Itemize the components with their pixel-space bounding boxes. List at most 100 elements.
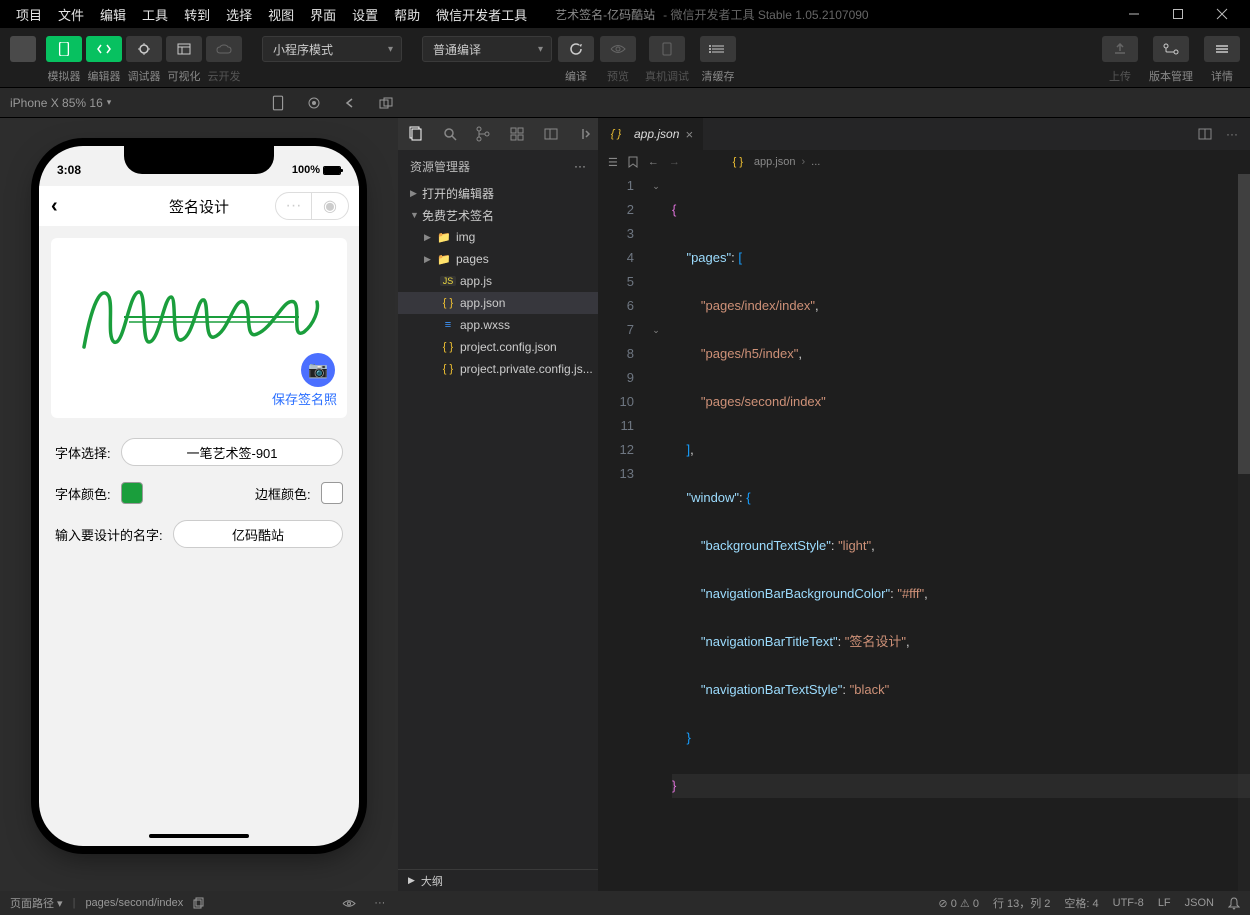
toolbar: 模拟器 编辑器 调试器 可视化 云开发 小程序模式 普通编译 编译 预览 真机调… bbox=[0, 28, 1250, 88]
avatar[interactable] bbox=[10, 36, 36, 62]
close-button[interactable] bbox=[1202, 0, 1242, 28]
cursor-position[interactable]: 行 13，列 2 bbox=[993, 895, 1050, 911]
code-content[interactable]: { "pages": [ "pages/index/index", "pages… bbox=[666, 174, 1250, 891]
file-project-private[interactable]: { }project.private.config.js... bbox=[398, 358, 598, 380]
menu-devtools[interactable]: 微信开发者工具 bbox=[428, 1, 535, 28]
encoding[interactable]: UTF-8 bbox=[1113, 897, 1144, 909]
compile-mode-select[interactable]: 普通编译 bbox=[422, 36, 552, 62]
camera-icon[interactable]: 📷 bbox=[301, 353, 335, 387]
file-appjs[interactable]: JSapp.js bbox=[398, 270, 598, 292]
editor-panel: { } app.json × ··· ☰ ← → { }app.json›...… bbox=[598, 118, 1250, 891]
mode-select[interactable]: 小程序模式 bbox=[262, 36, 402, 62]
breadcrumb-file[interactable]: { }app.json›... bbox=[730, 156, 820, 168]
menu-bar: 项目 文件 编辑 工具 转到 选择 视图 界面 设置 帮助 微信开发者工具 bbox=[8, 1, 535, 28]
device-selector[interactable]: iPhone X 85% 16 ▾ bbox=[10, 96, 111, 110]
upload-button[interactable] bbox=[1102, 36, 1138, 62]
code-area[interactable]: 12345678910111213 ⌄ ⌄ { "pages": [ "pages… bbox=[598, 174, 1250, 891]
folder-img[interactable]: ▶📁img bbox=[398, 226, 598, 248]
menu-view[interactable]: 视图 bbox=[260, 1, 302, 28]
signature-svg bbox=[69, 262, 329, 372]
preview-button[interactable] bbox=[600, 36, 636, 62]
project-section[interactable]: ▼免费艺术签名 bbox=[398, 204, 598, 226]
menu-tool[interactable]: 工具 bbox=[134, 1, 176, 28]
editor-more-icon[interactable]: ··· bbox=[1226, 127, 1238, 141]
fold-icon[interactable]: ⌄ bbox=[646, 174, 666, 198]
explorer-icon[interactable] bbox=[406, 123, 426, 145]
capsule-close-button[interactable]: ◉ bbox=[312, 193, 348, 219]
file-appjson[interactable]: { }app.json bbox=[398, 292, 598, 314]
menu-file[interactable]: 文件 bbox=[50, 1, 92, 28]
toolbar-list-icon[interactable]: ☰ bbox=[608, 156, 618, 169]
menu-project[interactable]: 项目 bbox=[8, 1, 50, 28]
record-icon[interactable] bbox=[307, 96, 321, 110]
debugger-toggle[interactable] bbox=[126, 36, 162, 62]
git-icon[interactable] bbox=[473, 123, 493, 145]
problems-indicator[interactable]: ⊘ 0 ⚠ 0 bbox=[938, 897, 979, 910]
cloud-toggle[interactable] bbox=[206, 36, 242, 62]
capsule: ··· ◉ bbox=[275, 192, 349, 220]
file-appwxss[interactable]: ≡app.wxss bbox=[398, 314, 598, 336]
bookmark-icon[interactable] bbox=[628, 156, 638, 168]
maximize-button[interactable] bbox=[1158, 0, 1198, 28]
capsule-menu-button[interactable]: ··· bbox=[276, 193, 312, 219]
explorer-more-icon[interactable]: ··· bbox=[574, 159, 586, 173]
menu-help[interactable]: 帮助 bbox=[386, 1, 428, 28]
version-button[interactable] bbox=[1153, 36, 1189, 62]
collapse-icon[interactable] bbox=[574, 123, 594, 145]
compile-button[interactable] bbox=[558, 36, 594, 62]
copy-icon[interactable] bbox=[193, 897, 204, 909]
menu-ui[interactable]: 界面 bbox=[302, 1, 344, 28]
language-mode[interactable]: JSON bbox=[1185, 897, 1214, 909]
eol[interactable]: LF bbox=[1158, 897, 1171, 909]
menu-goto[interactable]: 转到 bbox=[176, 1, 218, 28]
page-more-icon[interactable]: ··· bbox=[374, 897, 385, 909]
panel-icon[interactable] bbox=[541, 123, 561, 145]
remote-debug-button[interactable] bbox=[649, 36, 685, 62]
font-select[interactable]: 一笔艺术签-901 bbox=[121, 438, 343, 466]
json-file-icon: { } bbox=[608, 128, 624, 140]
simulator-toggle[interactable] bbox=[46, 36, 82, 62]
extensions-icon[interactable] bbox=[507, 123, 527, 145]
menu-edit[interactable]: 编辑 bbox=[92, 1, 134, 28]
nav-back-button[interactable]: ‹ bbox=[51, 195, 58, 218]
menu-settings[interactable]: 设置 bbox=[344, 1, 386, 28]
minimize-button[interactable] bbox=[1114, 0, 1154, 28]
upload-label: 上传 bbox=[1102, 68, 1138, 84]
rotate-icon[interactable] bbox=[271, 96, 285, 110]
next-breadcrumb-icon[interactable]: → bbox=[669, 156, 680, 168]
name-input[interactable]: 亿码酷站 bbox=[173, 520, 343, 548]
window-controls bbox=[1114, 0, 1242, 28]
page-path-selector[interactable]: 页面路径 ▾ bbox=[10, 895, 63, 911]
phone-frame: 3:08 100% ‹ 签名设计 ··· ◉ bbox=[39, 146, 359, 846]
clear-cache-button[interactable] bbox=[700, 36, 736, 62]
search-icon[interactable] bbox=[440, 123, 460, 145]
menu-select[interactable]: 选择 bbox=[218, 1, 260, 28]
app-subtitle: - 微信开发者工具 Stable 1.05.2107090 bbox=[663, 6, 868, 23]
back-icon[interactable] bbox=[343, 96, 357, 110]
visual-toggle[interactable] bbox=[166, 36, 202, 62]
font-select-label: 字体选择: bbox=[55, 443, 113, 462]
fold-icon[interactable]: ⌄ bbox=[646, 318, 666, 342]
tab-close-icon[interactable]: × bbox=[685, 127, 693, 142]
notification-icon[interactable] bbox=[1228, 897, 1240, 910]
popout-icon[interactable] bbox=[379, 96, 393, 110]
indentation[interactable]: 空格: 4 bbox=[1064, 895, 1098, 911]
border-color-swatch[interactable] bbox=[321, 482, 343, 504]
editor-scrollbar[interactable] bbox=[1238, 174, 1250, 891]
editor-toggle[interactable] bbox=[86, 36, 122, 62]
font-color-swatch[interactable] bbox=[121, 482, 143, 504]
signature-card: 📷 保存签名照 bbox=[51, 238, 347, 418]
save-signature-link[interactable]: 保存签名照 bbox=[61, 389, 337, 408]
open-editors-section[interactable]: ▶打开的编辑器 bbox=[398, 182, 598, 204]
folder-pages[interactable]: ▶📁pages bbox=[398, 248, 598, 270]
outline-section[interactable]: ▶大纲 bbox=[398, 869, 598, 891]
file-project-config[interactable]: { }project.config.json bbox=[398, 336, 598, 358]
page-visibility-icon[interactable] bbox=[342, 899, 356, 908]
detail-button[interactable] bbox=[1204, 36, 1240, 62]
tab-appjson[interactable]: { } app.json × bbox=[598, 118, 704, 150]
phone-notch bbox=[124, 146, 274, 174]
prev-breadcrumb-icon[interactable]: ← bbox=[648, 156, 659, 168]
split-editor-icon[interactable] bbox=[1198, 127, 1212, 141]
page-path-value[interactable]: pages/second/index bbox=[85, 897, 183, 909]
line-numbers: 12345678910111213 bbox=[598, 174, 646, 891]
